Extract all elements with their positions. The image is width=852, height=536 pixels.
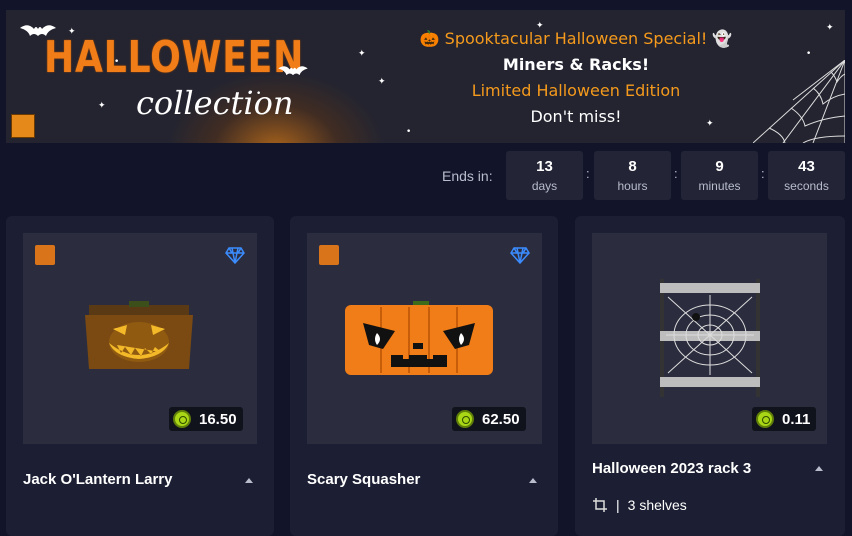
price-value: 0.11 xyxy=(782,410,811,428)
bat-icon xyxy=(278,66,308,76)
price-badge: 62.50 xyxy=(452,407,526,431)
product-name[interactable]: Halloween 2023 rack 3 xyxy=(592,460,751,477)
countdown-value: 9 xyxy=(715,158,724,175)
coin-icon xyxy=(756,410,774,428)
countdown-label: Ends in: xyxy=(442,168,493,184)
crop-icon xyxy=(593,498,607,512)
price-badge: 16.50 xyxy=(169,407,243,431)
shelves-count: 3 shelves xyxy=(627,497,687,513)
price-value: 16.50 xyxy=(199,410,237,428)
promo-line-1: 🎃 Spooktacular Halloween Special! 👻 xyxy=(419,29,733,48)
price-value: 62.50 xyxy=(482,410,520,428)
star-icon: ✦ xyxy=(98,101,106,111)
pumpkin-crate-icon xyxy=(319,245,339,265)
product-image[interactable]: 0.11 xyxy=(592,233,827,444)
product-image[interactable]: 16.50 xyxy=(23,233,257,444)
star-icon: ✦ xyxy=(68,27,76,37)
price-badge: 0.11 xyxy=(752,407,817,431)
promo-text: 🎃 Spooktacular Halloween Special! 👻 Mine… xyxy=(386,26,766,130)
countdown-separator: : xyxy=(674,166,678,181)
banner-title: HALLOWEEN xyxy=(44,32,305,83)
spiderweb-icon xyxy=(753,60,845,143)
star-icon: • xyxy=(256,89,262,99)
star-icon: ✦ xyxy=(826,23,834,33)
coin-icon xyxy=(456,410,474,428)
countdown-seconds: 43 seconds xyxy=(768,151,845,200)
shelves-separator: | xyxy=(616,497,620,513)
star-icon: • xyxy=(806,49,812,59)
countdown-unit: seconds xyxy=(784,179,829,193)
coin-icon xyxy=(173,410,191,428)
countdown-separator: : xyxy=(761,166,765,181)
collapse-caret-icon[interactable] xyxy=(529,478,537,483)
bat-icon xyxy=(20,25,56,36)
countdown-separator: : xyxy=(586,166,590,181)
diamond-icon xyxy=(510,247,530,265)
product-name[interactable]: Jack O'Lantern Larry xyxy=(23,471,172,488)
star-icon: ✦ xyxy=(358,49,366,59)
collapse-caret-icon[interactable] xyxy=(245,478,253,483)
star-icon: • xyxy=(114,57,120,67)
countdown-unit: hours xyxy=(617,179,648,193)
promo-line-4: Don't miss! xyxy=(530,107,622,126)
promo-line-2: Miners & Racks! xyxy=(502,55,650,74)
scary-pumpkin-icon xyxy=(345,301,493,375)
banner-subtitle: collection xyxy=(136,84,294,122)
pumpkin-crate-icon xyxy=(35,245,55,265)
collapse-caret-icon[interactable] xyxy=(815,466,823,471)
jack-o-lantern-icon xyxy=(85,301,193,369)
star-icon: ✦ xyxy=(378,77,386,87)
countdown-value: 43 xyxy=(798,158,815,175)
countdown-days: 13 days xyxy=(506,151,583,200)
countdown-minutes: 9 minutes xyxy=(681,151,758,200)
countdown-unit: minutes xyxy=(698,179,741,193)
product-image[interactable]: 62.50 xyxy=(307,233,542,444)
product-name[interactable]: Scary Squasher xyxy=(307,471,420,488)
countdown-value: 8 xyxy=(628,158,637,175)
promo-line-3: Limited Halloween Edition xyxy=(471,81,681,100)
shelves-info: | 3 shelves xyxy=(592,497,687,513)
diamond-icon xyxy=(225,247,245,265)
rack-icon xyxy=(660,279,760,397)
countdown-unit: days xyxy=(531,179,558,193)
countdown-hours: 8 hours xyxy=(594,151,671,200)
pumpkin-crate-icon xyxy=(11,114,35,138)
promo-banner: HALLOWEEN collection ✦ • ✦ • ✦ ✦ • ✦ ✦ •… xyxy=(6,10,845,143)
countdown-value: 13 xyxy=(536,158,553,175)
